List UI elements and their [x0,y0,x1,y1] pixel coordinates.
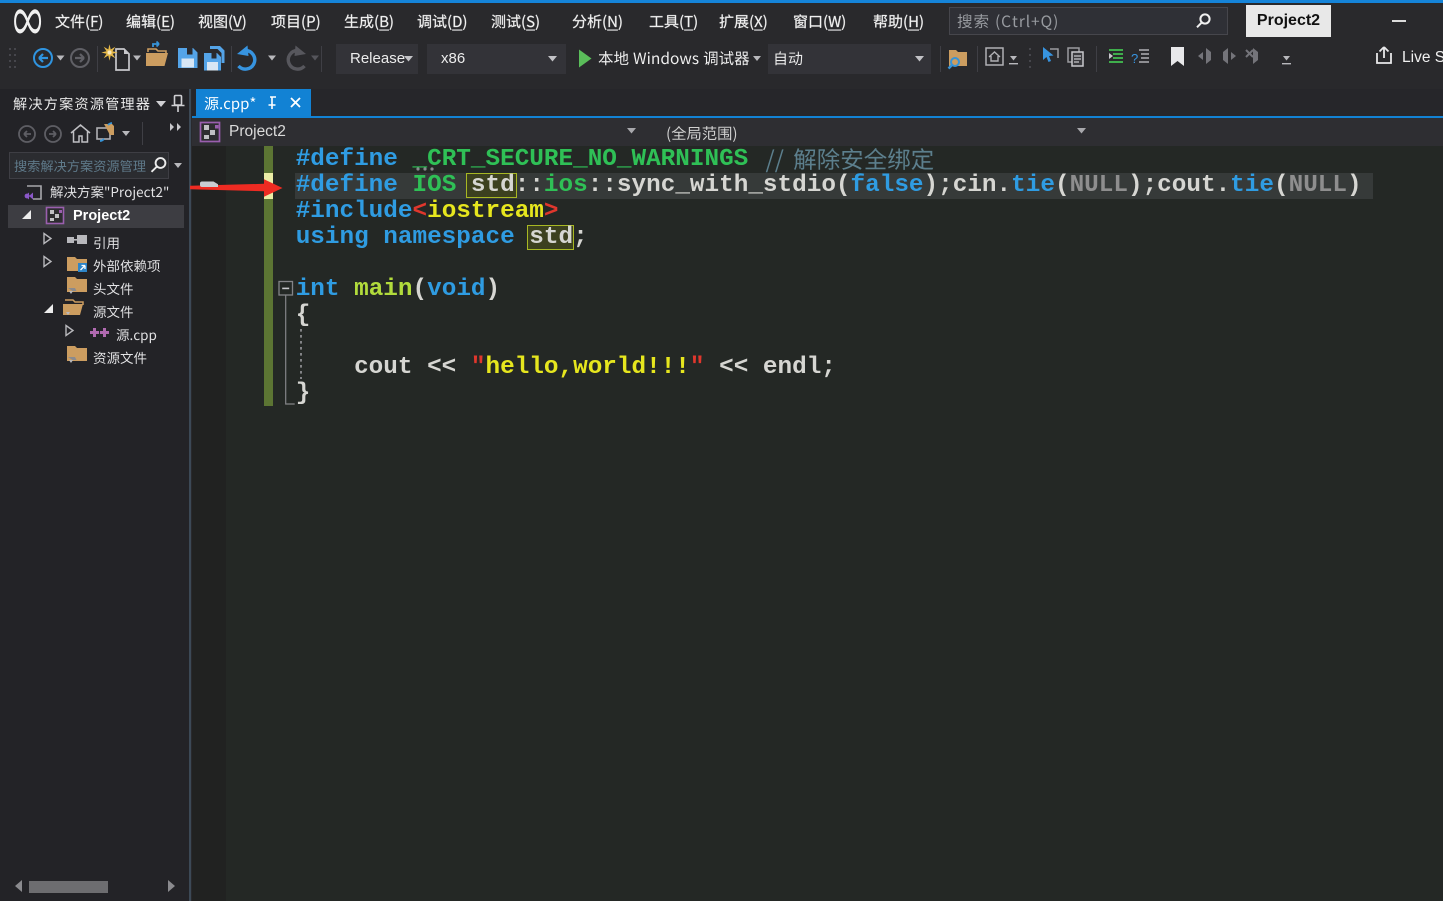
svg-text:?: ? [1131,51,1138,66]
